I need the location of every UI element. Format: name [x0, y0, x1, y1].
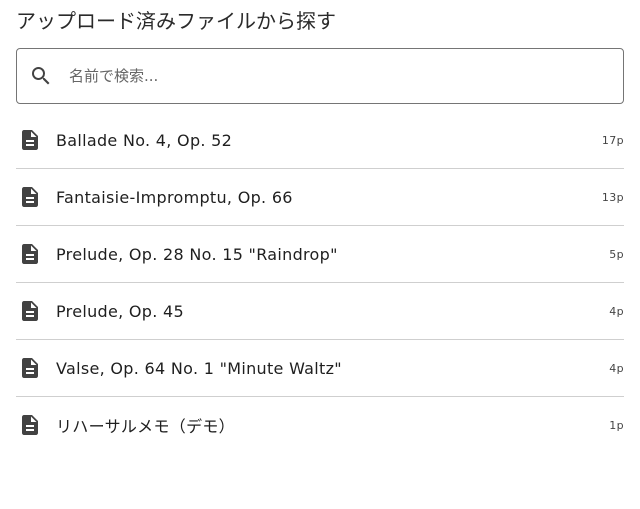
file-name: Prelude, Op. 45	[56, 301, 184, 321]
file-list-item[interactable]: Prelude, Op. 28 No. 15 "Raindrop" 5p	[16, 226, 624, 283]
page-count: 1p	[609, 418, 624, 432]
file-list-item[interactable]: Valse, Op. 64 No. 1 "Minute Waltz" 4p	[16, 340, 624, 397]
document-icon	[16, 283, 56, 339]
search-input[interactable]	[65, 49, 623, 103]
file-list: Ballade No. 4, Op. 52 17p Fantaisie-Impr…	[16, 112, 624, 453]
page-title: アップロード済みファイルから探す	[16, 9, 336, 33]
file-name: Ballade No. 4, Op. 52	[56, 130, 233, 150]
document-icon	[16, 226, 56, 282]
document-icon	[16, 397, 56, 453]
file-name: リハーサルメモ（デモ）	[56, 417, 235, 436]
page-count: 4p	[609, 304, 624, 318]
page-count: 13p	[601, 190, 624, 204]
file-list-item[interactable]: Prelude, Op. 45 4p	[16, 283, 624, 340]
document-icon	[16, 340, 56, 396]
file-list-item[interactable]: Fantaisie-Impromptu, Op. 66 13p	[16, 169, 624, 226]
file-list-item[interactable]: リハーサルメモ（デモ） 1p	[16, 397, 624, 453]
file-name: Valse, Op. 64 No. 1 "Minute Waltz"	[56, 358, 342, 378]
document-icon	[16, 112, 56, 168]
file-picker-page: アップロード済みファイルから探す Ballade No. 4, Op. 52 1…	[0, 0, 640, 509]
document-icon	[16, 169, 56, 225]
search-field[interactable]	[16, 48, 624, 104]
file-name: Fantaisie-Impromptu, Op. 66	[56, 187, 293, 207]
search-icon	[17, 49, 65, 103]
file-name: Prelude, Op. 28 No. 15 "Raindrop"	[56, 244, 338, 264]
page-count: 17p	[601, 133, 624, 147]
file-list-item[interactable]: Ballade No. 4, Op. 52 17p	[16, 112, 624, 169]
page-count: 4p	[609, 361, 624, 375]
page-count: 5p	[609, 247, 624, 261]
